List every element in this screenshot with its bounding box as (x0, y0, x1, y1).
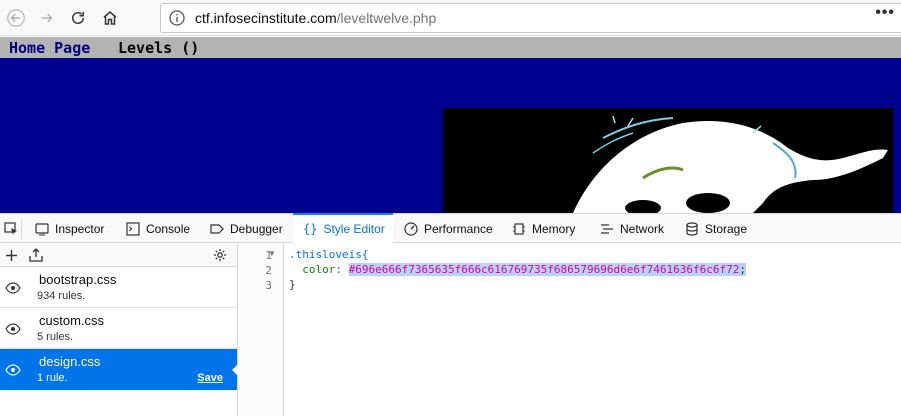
tab-label: Console (146, 221, 191, 236)
line-number: 1 (265, 249, 272, 262)
tab-memory[interactable]: Memory (512, 214, 583, 243)
line-number: 3 (265, 279, 272, 292)
home-icon (103, 11, 117, 25)
tab-label: Debugger (230, 221, 283, 236)
performance-icon (404, 221, 418, 236)
tab-network[interactable]: Network (600, 214, 672, 243)
tab-label: Inspector (55, 221, 105, 236)
site-nav-bar: Home Page Levels () (0, 37, 901, 58)
eye-icon[interactable] (5, 362, 21, 378)
stylesheet-rule-count: 1 rule. (37, 372, 68, 384)
import-icon (29, 248, 43, 262)
element-picker-icon (3, 222, 17, 235)
forward-button[interactable] (35, 6, 59, 30)
fold-arrow-icon[interactable]: ▼ (268, 249, 276, 258)
sidebar-options-button[interactable] (211, 246, 229, 264)
yoda-image (443, 108, 893, 213)
line-number: 2 (265, 264, 272, 277)
plus-icon (5, 249, 17, 261)
back-button[interactable] (4, 6, 28, 30)
storage-icon (686, 221, 698, 236)
levels-link[interactable]: Levels () (118, 39, 199, 57)
css-value: #696e666f7365635f666c616769735f686579696… (348, 263, 740, 276)
css-closing-brace: } (289, 278, 296, 291)
forward-arrow-icon (41, 13, 53, 23)
home-page-link[interactable]: Home Page (9, 39, 90, 57)
reload-button[interactable] (66, 6, 90, 30)
stylesheet-name: custom.css (39, 313, 105, 328)
url-path: /leveltwelve.php (336, 10, 437, 26)
stylesheet-rule-count: 5 rules. (37, 331, 74, 343)
devtools-toolbar: Inspector Console Debugger {} Style Edit… (0, 213, 901, 243)
save-link[interactable]: Save (197, 372, 223, 384)
stylesheet-item-design[interactable]: design.css 1 rule. Save (0, 349, 238, 390)
url-text[interactable]: ctf.infosecinstitute.com/leveltwelve.php (195, 10, 436, 26)
css-property: color: (302, 263, 349, 276)
code-line-2[interactable]: color: #696e666f7365635f666c616769735f68… (289, 262, 746, 277)
memory-icon (513, 222, 525, 235)
address-bar[interactable]: ctf.infosecinstitute.com/leveltwelve.php (160, 3, 901, 33)
line-number-gutter: 1 ▼ 2 3 (238, 243, 284, 416)
back-arrow-icon (7, 9, 25, 27)
tab-performance[interactable]: Performance (404, 214, 501, 243)
browser-toolbar: ctf.infosecinstitute.com/leveltwelve.php… (0, 0, 901, 36)
network-icon (601, 223, 613, 234)
css-selector: .thisloveis{ (289, 248, 369, 261)
element-picker-button[interactable] (0, 219, 22, 239)
stylesheet-name: bootstrap.css (39, 272, 117, 287)
url-host: ctf.infosecinstitute.com (195, 10, 337, 26)
tab-label: Style Editor (323, 222, 385, 236)
tab-inspector[interactable]: Inspector (35, 214, 112, 243)
code-line-3[interactable]: } (289, 277, 296, 292)
stylesheet-rule-count: 934 rules. (37, 290, 86, 302)
gear-icon (214, 249, 226, 261)
tab-storage[interactable]: Storage (685, 214, 755, 243)
tab-debugger[interactable]: Debugger (210, 214, 291, 243)
stylesheet-sidebar: bootstrap.css 934 rules. custom.css 5 ru… (0, 243, 238, 416)
tab-label: Performance (424, 221, 493, 236)
site-info-icon[interactable] (169, 10, 185, 26)
tab-style-editor[interactable]: {} Style Editor (293, 213, 393, 243)
eye-icon[interactable] (5, 280, 21, 296)
reload-icon (72, 12, 84, 24)
stylesheet-name: design.css (39, 354, 101, 369)
style-editor-icon: {} (303, 222, 318, 236)
stylesheet-item-custom[interactable]: custom.css 5 rules. (0, 308, 237, 349)
home-button[interactable] (98, 6, 122, 30)
console-icon (126, 221, 140, 236)
eye-icon[interactable] (5, 321, 21, 337)
tab-label: Storage (705, 221, 748, 236)
page-actions-button[interactable]: ••• (875, 5, 895, 21)
debugger-icon (210, 223, 224, 234)
new-stylesheet-button[interactable] (2, 246, 20, 264)
tab-console[interactable]: Console (126, 214, 198, 243)
tab-label: Memory (532, 221, 576, 236)
stylesheet-item-bootstrap[interactable]: bootstrap.css 934 rules. (0, 267, 237, 308)
page-body (0, 58, 901, 213)
code-line-1[interactable]: .thisloveis{ (289, 247, 368, 262)
sidebar-toolbar (0, 243, 237, 267)
tab-label: Network (620, 221, 665, 236)
style-editor-pane[interactable]: 1 ▼ 2 3 .thisloveis{ color: #696e666f736… (238, 243, 901, 416)
inspector-icon (35, 222, 49, 235)
import-stylesheet-button[interactable] (27, 246, 45, 264)
css-semicolon: ; (739, 263, 746, 276)
